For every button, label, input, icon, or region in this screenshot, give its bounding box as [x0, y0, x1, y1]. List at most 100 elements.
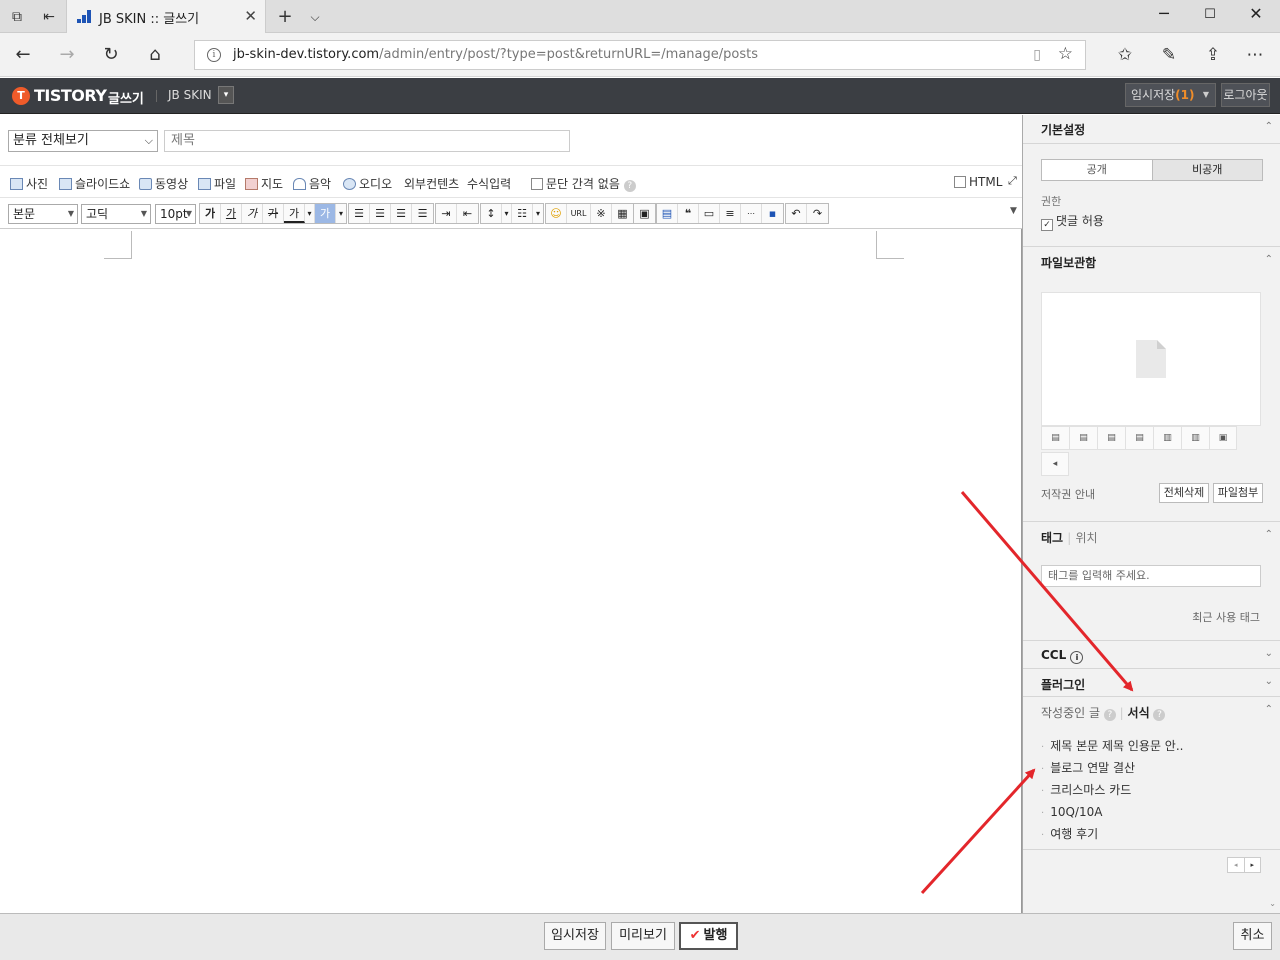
blog-dropdown-icon[interactable]: ▾ [218, 86, 234, 104]
gallery-icon[interactable]: ▣ [1209, 426, 1237, 450]
font-family-select[interactable]: 고딕 ▼ [81, 204, 151, 224]
chevron-down-icon[interactable]: ⌄ [1265, 676, 1273, 687]
home-icon[interactable]: ⌂ [142, 43, 168, 67]
three-column-icon[interactable]: ▥ [1181, 426, 1209, 450]
ccl-info-icon[interactable]: i [1070, 651, 1084, 664]
divider-icon[interactable]: ▭ [699, 204, 720, 223]
publish-button[interactable]: ✔ 발행 [679, 922, 738, 950]
title-input[interactable]: 제목 [164, 130, 570, 152]
browser-tab[interactable]: JB SKIN :: 글쓰기 ✕ [66, 0, 266, 33]
save-draft-button[interactable]: 임시저장 [544, 922, 606, 950]
copyright-guide-link[interactable]: 저작권 안내 [1041, 486, 1095, 502]
insert-slideshow-button[interactable]: 슬라이드쇼 [59, 175, 130, 192]
highlight-color-button[interactable]: 가 [315, 204, 336, 223]
tab-list-chevron-icon[interactable]: ⌵ [304, 6, 326, 28]
cancel-button[interactable]: 취소 [1233, 922, 1272, 950]
audio-icon[interactable]: ◂ [1041, 452, 1069, 476]
align-left-icon[interactable]: ☰ [349, 204, 370, 223]
text-color-dropdown-icon[interactable]: ▾ [305, 204, 315, 223]
wrap-left-icon[interactable]: ▤ [1125, 426, 1153, 450]
help-icon[interactable]: ? [1153, 709, 1166, 721]
public-option[interactable]: 공개 [1042, 160, 1152, 180]
maximize-icon[interactable]: ☐ [1190, 7, 1230, 22]
fullscreen-icon[interactable]: ⤢ [1008, 174, 1017, 188]
more-icon[interactable]: ⋯ [741, 204, 762, 223]
text-color-button[interactable]: 가 [284, 204, 305, 223]
align-right-icon[interactable]: ☰ [391, 204, 412, 223]
category-select[interactable]: 분류 전체보기 ⌵ [8, 130, 158, 152]
font-size-select[interactable]: 10pt ▼ [155, 204, 196, 224]
textbox-icon[interactable]: ▤ [657, 204, 678, 223]
line-height-icon[interactable]: ↕ [481, 204, 502, 223]
paragraph-gap-checkbox[interactable] [531, 178, 543, 190]
prev-page-icon[interactable]: ◂ [1228, 858, 1244, 872]
outdent-icon[interactable]: ⇤ [457, 204, 478, 223]
highlight-dropdown-icon[interactable]: ▾ [336, 204, 346, 223]
draft-dropdown-icon[interactable]: ▼ [1203, 84, 1209, 106]
indent-icon[interactable]: ⇥ [436, 204, 457, 223]
help-icon[interactable]: ? [623, 180, 636, 192]
logout-button[interactable]: 로그아웃 [1221, 83, 1270, 107]
insert-map-button[interactable]: 지도 [245, 175, 283, 192]
list-icon[interactable]: ☷ [512, 204, 533, 223]
insert-file-button[interactable]: 파일 [198, 175, 236, 192]
draft-button[interactable]: 임시저장(1) ▼ [1125, 83, 1216, 107]
line-height-dropdown-icon[interactable]: ▾ [502, 204, 512, 223]
refresh-icon[interactable]: ↻ [98, 43, 124, 67]
next-page-icon[interactable]: ▸ [1243, 858, 1261, 872]
emoticon-icon[interactable]: ☺ [546, 204, 567, 223]
tag-input[interactable]: 태그를 입력해 주세요. [1041, 565, 1261, 587]
chevron-up-icon[interactable]: ⌃ [1265, 121, 1273, 132]
list-item[interactable]: · 크리스마스 카드 [1041, 779, 1261, 801]
allow-comments-option[interactable]: ✓ 댓글 허용 [1041, 212, 1104, 231]
favorite-star-icon[interactable]: ☆ [1058, 44, 1073, 64]
delete-all-button[interactable]: 전체삭제 [1159, 483, 1209, 503]
special-char-icon[interactable]: ※ [591, 204, 612, 223]
tistory-logo-icon[interactable]: T [12, 87, 30, 105]
align-center-icon[interactable]: ▤ [1069, 426, 1097, 450]
list-item[interactable]: · 10Q/10A [1041, 801, 1261, 823]
save-icon[interactable]: ▪ [762, 204, 783, 223]
html-mode-toggle[interactable]: HTML [954, 175, 1002, 189]
basic-settings-header[interactable]: 기본설정 ⌃ [1023, 115, 1280, 143]
chevron-up-icon[interactable]: ⌃ [1265, 704, 1273, 715]
html-checkbox[interactable] [954, 176, 966, 188]
forward-icon[interactable]: → [54, 43, 80, 67]
insert-photo-button[interactable]: 사진 [10, 175, 48, 192]
blog-name[interactable]: JB SKIN [168, 88, 212, 102]
url-field[interactable]: i jb-skin-dev.tistory.com/admin/entry/po… [194, 40, 1086, 70]
writing-drafts-tab[interactable]: 작성중인 글 [1041, 706, 1100, 720]
bold-button[interactable]: 가 [200, 204, 221, 223]
paragraph-style-select[interactable]: 본문 ▼ [8, 204, 78, 224]
minimize-icon[interactable]: ─ [1144, 4, 1184, 23]
chevron-up-icon[interactable]: ⌃ [1265, 254, 1273, 265]
insert-audio-button[interactable]: 오디오 [343, 175, 392, 192]
tag-header[interactable]: 태그 | 위치 ⌃ [1023, 523, 1280, 551]
underline-button[interactable]: 가 [221, 204, 242, 223]
recent-tags-link[interactable]: 최근 사용 태그 [1192, 609, 1260, 625]
align-center-icon[interactable]: ☰ [370, 204, 391, 223]
insert-music-button[interactable]: 음악 [293, 175, 331, 192]
list-item[interactable]: · 제목 본문 제목 인용문 안.. [1041, 735, 1261, 757]
redo-icon[interactable]: ↷ [807, 204, 828, 223]
chevron-up-icon[interactable]: ⌃ [1265, 529, 1273, 540]
favorites-hub-icon[interactable]: ✩ [1112, 43, 1138, 67]
new-tab-icon[interactable]: + [274, 6, 296, 28]
site-info-icon[interactable]: i [207, 48, 221, 62]
attach-file-button[interactable]: 파일첨부 [1213, 483, 1263, 503]
templates-tab[interactable]: 서식 [1128, 706, 1150, 720]
tab-close-icon[interactable]: ✕ [244, 7, 257, 25]
tag-tab[interactable]: 태그 [1041, 531, 1063, 545]
list-item[interactable]: · 블로그 연말 결산 [1041, 757, 1261, 779]
location-tab[interactable]: 위치 [1076, 531, 1098, 545]
align-left-icon[interactable]: ▤ [1041, 426, 1069, 450]
link-button[interactable]: URL [567, 204, 591, 223]
private-option[interactable]: 비공개 [1151, 160, 1262, 180]
more-menu-icon[interactable]: ⋯ [1242, 43, 1268, 67]
plugin-header[interactable]: 플러그인 ⌄ [1023, 670, 1280, 698]
insert-video-button[interactable]: 동영상 [139, 175, 188, 192]
strikethrough-button[interactable]: 가 [263, 204, 284, 223]
chevron-down-icon[interactable]: ⌄ [1265, 648, 1273, 659]
scroll-down-icon[interactable]: ⌄ [1269, 899, 1276, 908]
list-dropdown-icon[interactable]: ▾ [533, 204, 543, 223]
